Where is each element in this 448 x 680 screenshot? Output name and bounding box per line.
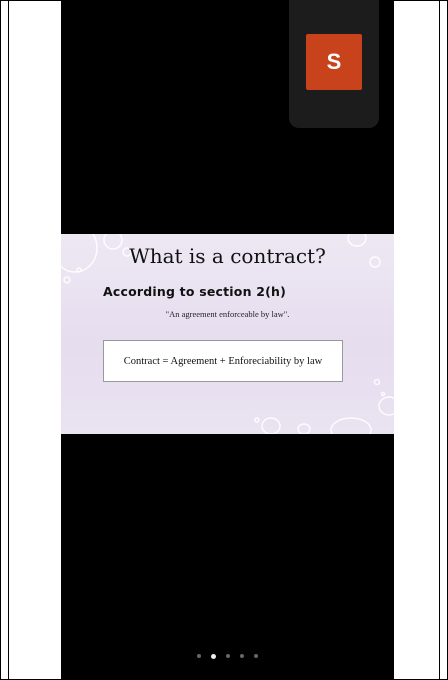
page-dot-4[interactable] [240, 654, 244, 658]
equation-box: Contract = Agreement + Enforeciability b… [103, 340, 343, 382]
participant-tile[interactable]: S [289, 0, 379, 128]
equation-text: Contract = Agreement + Enforeciability b… [123, 355, 323, 367]
page-dot-2-active[interactable] [211, 653, 216, 659]
left-divider [8, 0, 9, 680]
page-dot-1[interactable] [197, 654, 201, 658]
page-dot-5[interactable] [254, 654, 258, 658]
page-indicator[interactable] [61, 653, 394, 659]
page-dot-3[interactable] [226, 654, 230, 658]
slide-title: What is a contract? [129, 244, 326, 268]
slide-quote: "An agreement enforceable by law". [165, 309, 290, 319]
participant-avatar[interactable]: S [306, 34, 362, 90]
slide-subtitle: According to section 2(h) [103, 284, 287, 299]
shared-slide: What is a contract? According to section… [61, 234, 394, 434]
right-divider [439, 0, 440, 680]
phone-screen: S What is a contract? According to secti… [61, 0, 394, 680]
